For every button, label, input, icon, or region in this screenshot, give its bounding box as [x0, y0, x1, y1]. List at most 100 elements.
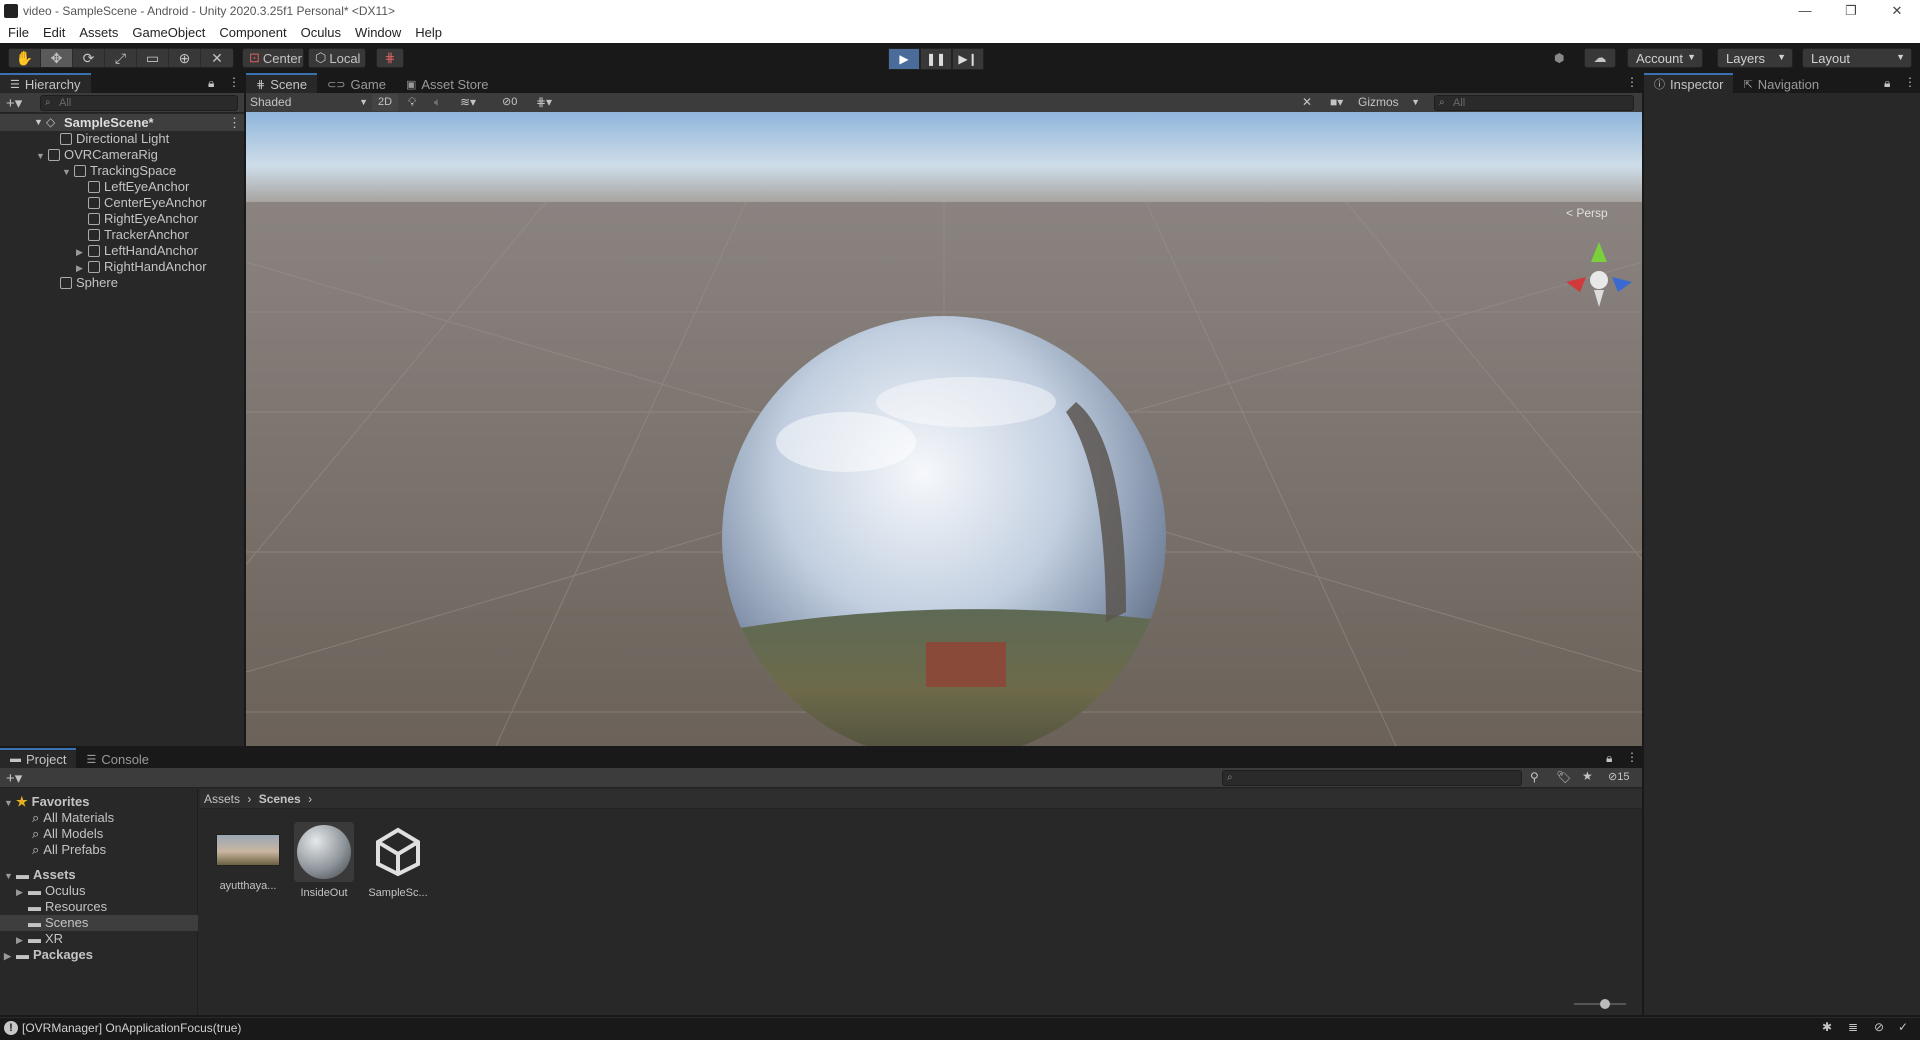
expand-arrow-icon[interactable]: ▼ — [4, 795, 16, 811]
pivot-local-toggle[interactable]: ⬡ Local — [308, 48, 366, 68]
menu-file[interactable]: File — [8, 25, 29, 40]
expand-arrow-icon[interactable]: ▶ — [16, 932, 28, 948]
scale-tool-icon[interactable]: ⤢ — [105, 49, 137, 67]
tab-inspector[interactable]: ⓘ Inspector — [1644, 73, 1734, 93]
slider-handle[interactable] — [1600, 999, 1610, 1009]
expand-arrow-icon[interactable]: ▼ — [36, 148, 48, 164]
assets-folder[interactable]: ▶ ▬ Oculus — [16, 883, 85, 899]
expand-arrow-icon[interactable]: ▼ — [62, 164, 74, 180]
cache-server-icon[interactable]: ≣ — [1848, 1020, 1858, 1034]
tab-scene[interactable]: ⋕ Scene — [246, 73, 318, 93]
transform-tool-icon[interactable]: ⊕ — [169, 49, 201, 67]
expand-arrow-icon[interactable]: ▶ — [76, 244, 88, 260]
perspective-label[interactable]: < Persp — [1566, 206, 1608, 220]
hierarchy-item[interactable]: ▶ RightHandAnchor — [76, 259, 207, 275]
hierarchy-search-input[interactable]: ⌕ All — [40, 95, 238, 111]
lock-icon[interactable]: 🔒︎ — [1884, 76, 1890, 91]
minimize-button[interactable]: — — [1782, 0, 1828, 21]
thumbnail-size-slider[interactable] — [1574, 999, 1626, 1009]
rotate-tool-icon[interactable]: ⟳ — [73, 49, 105, 67]
draw-mode-dropdown[interactable]: Shaded ▼ — [250, 94, 368, 111]
hierarchy-item[interactable]: CenterEyeAnchor — [76, 195, 207, 211]
scene-menu-icon[interactable]: ⋮ — [228, 114, 241, 131]
menu-assets[interactable]: Assets — [79, 25, 118, 40]
tab-asset-store[interactable]: ▣ Asset Store — [395, 73, 499, 93]
expand-arrow-icon[interactable]: ▼ — [34, 114, 43, 131]
favorite-item[interactable]: ⌕ All Materials — [32, 810, 114, 826]
kebab-menu-icon[interactable]: ⋮ — [1626, 75, 1638, 89]
expand-arrow-icon[interactable]: ▶ — [76, 260, 88, 276]
hierarchy-item[interactable]: RightEyeAnchor — [76, 211, 198, 227]
expand-arrow-icon[interactable]: ▶ — [4, 948, 16, 964]
tab-hierarchy[interactable]: ☰ Hierarchy — [0, 73, 91, 93]
collab-icon[interactable]: ⬢ — [1554, 51, 1564, 65]
audio-icon[interactable]: 🔈︎ — [434, 95, 441, 110]
lock-icon[interactable]: 🔒︎ — [1606, 751, 1612, 766]
effects-icon[interactable]: ≋▾ — [460, 95, 476, 109]
tab-project[interactable]: ▬ Project — [0, 748, 77, 768]
scene-root-row[interactable]: ▼ ◇ SampleScene* ⋮ — [0, 114, 244, 131]
scene-viewport[interactable]: < Persp — [246, 112, 1642, 746]
assets-folder-selected[interactable]: ▬ Scenes — [16, 915, 88, 931]
menu-component[interactable]: Component — [219, 25, 286, 40]
asset-item[interactable]: SampleSc... — [362, 822, 434, 899]
hierarchy-item[interactable]: ▼ OVRCameraRig — [36, 147, 158, 163]
rect-tool-icon[interactable]: ▭ — [137, 49, 169, 67]
favorite-item[interactable]: ⌕ All Prefabs — [32, 842, 106, 858]
cloud-button[interactable]: ☁ — [1584, 48, 1616, 68]
lock-icon[interactable]: 🔒︎ — [208, 76, 214, 91]
kebab-menu-icon[interactable]: ⋮ — [1626, 750, 1638, 764]
pivot-center-toggle[interactable]: ⊡ Center — [242, 48, 304, 68]
asset-item[interactable]: ayutthaya... — [212, 822, 284, 892]
assets-root[interactable]: ▼ ▬ Assets — [4, 867, 76, 883]
expand-arrow-icon[interactable]: ▶ — [16, 884, 28, 900]
hand-tool-icon[interactable]: ✋ — [9, 49, 41, 67]
favorite-item[interactable]: ⌕ All Models — [32, 826, 103, 842]
menu-help[interactable]: Help — [415, 25, 442, 40]
menu-edit[interactable]: Edit — [43, 25, 65, 40]
account-dropdown[interactable]: Account ▼ — [1627, 48, 1703, 68]
tab-game[interactable]: ⊂⊃ Game — [317, 73, 396, 93]
add-object-icon[interactable]: +▾ — [6, 94, 22, 112]
layers-dropdown[interactable]: Layers ▼ — [1717, 48, 1793, 68]
asset-item[interactable]: InsideOut — [288, 822, 360, 899]
tab-navigation[interactable]: ⇱ Navigation — [1733, 73, 1830, 93]
search-by-label-icon[interactable]: 🏷︎ — [1556, 770, 1571, 784]
favorite-star-icon[interactable]: ★ — [1582, 769, 1593, 783]
play-button[interactable]: ▶ — [888, 48, 920, 70]
kebab-menu-icon[interactable]: ⋮ — [228, 75, 240, 89]
search-by-type-icon[interactable]: ⚲ — [1530, 770, 1539, 784]
restore-button[interactable]: ❐ — [1828, 0, 1874, 21]
menu-gameobject[interactable]: GameObject — [132, 25, 205, 40]
move-tool-icon[interactable]: ✥ — [41, 49, 73, 67]
custom-tool-icon[interactable]: ✕ — [201, 49, 233, 67]
menu-oculus[interactable]: Oculus — [301, 25, 341, 40]
expand-arrow-icon[interactable]: ▼ — [4, 868, 16, 884]
pause-button[interactable]: ❚❚ — [920, 48, 952, 70]
gizmos-dropdown[interactable]: Gizmos ▼ — [1358, 94, 1420, 111]
check-icon[interactable]: ✓ — [1898, 1020, 1908, 1034]
tab-console[interactable]: ☰ Console — [76, 748, 160, 768]
project-search-input[interactable]: ⌕ — [1222, 770, 1522, 786]
lighting-icon[interactable]: 💡︎ — [408, 95, 416, 110]
favorites-section[interactable]: ▼ ★ Favorites — [4, 794, 89, 810]
hierarchy-item[interactable]: LeftEyeAnchor — [76, 179, 189, 195]
grid-snap-button[interactable]: ⋕ — [376, 48, 404, 68]
hierarchy-item[interactable]: ▼ TrackingSpace — [62, 163, 176, 179]
create-asset-icon[interactable]: +▾ — [6, 769, 22, 787]
hidden-packages-toggle[interactable]: ⊘15 — [1608, 770, 1629, 783]
menu-window[interactable]: Window — [355, 25, 401, 40]
packages-root[interactable]: ▶ ▬ Packages — [4, 947, 93, 963]
grid-toggle-icon[interactable]: ⋕▾ — [536, 95, 552, 109]
breadcrumb-item-assets[interactable]: Assets — [204, 792, 240, 806]
step-button[interactable]: ▶❙ — [952, 48, 984, 70]
assets-folder[interactable]: ▬ Resources — [16, 899, 107, 915]
hierarchy-item[interactable]: Sphere — [48, 275, 118, 291]
auto-generate-lighting-icon[interactable]: ⊘ — [1874, 1020, 1884, 1034]
layout-dropdown[interactable]: Layout ▼ — [1802, 48, 1912, 68]
hierarchy-item[interactable]: ▶ LeftHandAnchor — [76, 243, 198, 259]
assets-folder[interactable]: ▶ ▬ XR — [16, 931, 63, 947]
hierarchy-item[interactable]: TrackerAnchor — [76, 227, 189, 243]
hierarchy-item[interactable]: Directional Light — [48, 131, 169, 147]
breadcrumb-item-scenes[interactable]: Scenes — [259, 792, 301, 806]
